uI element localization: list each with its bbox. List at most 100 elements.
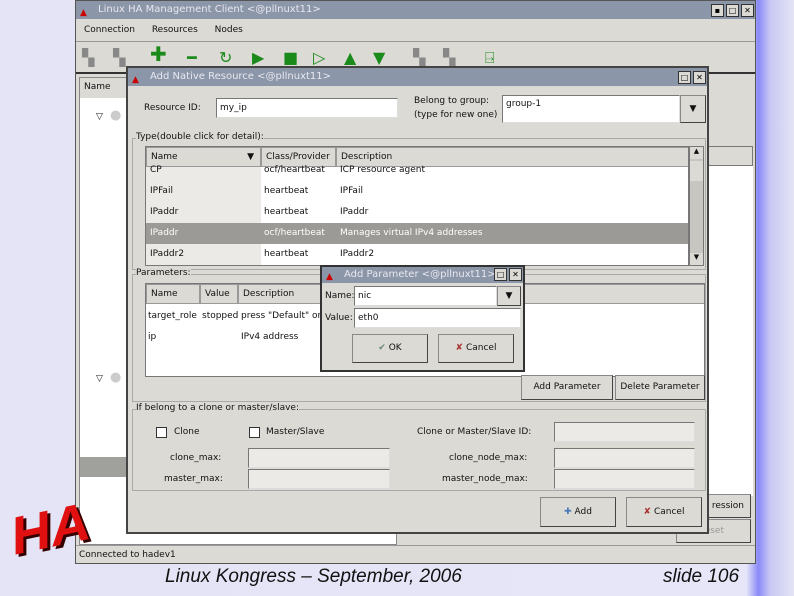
login-icon[interactable]: ▚ bbox=[82, 50, 94, 66]
type-cell: IPaddr bbox=[150, 228, 179, 238]
col-param-name[interactable]: Name bbox=[146, 284, 200, 304]
param-cell: stopped bbox=[202, 311, 239, 321]
group-combo-input[interactable]: group-1 bbox=[502, 95, 680, 123]
add-parameter-dialog: ▲ Add Parameter <@pllnuxt11> □ ✕ Name: ni… bbox=[320, 265, 525, 372]
check-icon: ✔ bbox=[378, 343, 386, 353]
expander-icon[interactable]: ▽ bbox=[96, 112, 103, 122]
master-node-max-label: master_node_max: bbox=[442, 474, 528, 484]
menu-connection[interactable]: Connection bbox=[84, 25, 135, 35]
tree-selected-row[interactable] bbox=[80, 457, 130, 477]
bulb-icon: ● bbox=[110, 108, 122, 123]
type-cell: IPaddr2 bbox=[150, 249, 185, 259]
maximize-button[interactable]: □ bbox=[726, 4, 739, 17]
x-icon: ✘ bbox=[455, 343, 464, 353]
plus-icon: ✚ bbox=[564, 507, 572, 517]
ok-button[interactable]: ✔ OK bbox=[352, 334, 428, 363]
type-cell: ocf/heartbeat bbox=[264, 165, 325, 175]
logout-icon[interactable]: ▚ bbox=[113, 50, 125, 66]
param-cell: IPv4 address bbox=[241, 332, 299, 342]
scroll-up-icon[interactable]: ▲ bbox=[690, 147, 703, 159]
param-title-bar: ▲ Add Parameter <@pllnuxt11> □ ✕ bbox=[322, 267, 523, 283]
main-title-bar: ▲ Linux HA Management Client <@pllnuxt11>… bbox=[76, 1, 755, 19]
col-param-value[interactable]: Value bbox=[200, 284, 238, 304]
name-dropdown-button[interactable]: ▼ bbox=[497, 286, 521, 306]
delete-parameter-button[interactable]: Delete Parameter bbox=[615, 375, 705, 400]
footer-event: Linux Kongress – September, 2006 bbox=[165, 566, 462, 587]
group-dropdown-button[interactable]: ▼ bbox=[680, 95, 706, 123]
value-label: Value: bbox=[325, 313, 353, 323]
slide-number: slide 106 bbox=[663, 566, 740, 587]
play-outline-icon[interactable]: ▷ bbox=[313, 50, 325, 66]
close-button[interactable]: ✕ bbox=[509, 268, 522, 281]
clone-frame-label: If belong to a clone or master/slave: bbox=[136, 403, 299, 413]
active-icon[interactable]: ▚ bbox=[443, 50, 455, 66]
clone-max-label: clone_max: bbox=[170, 453, 222, 463]
clone-checkbox[interactable] bbox=[156, 427, 167, 438]
type-cell: ICP resource agent bbox=[340, 165, 426, 175]
master-max-label: master_max: bbox=[164, 474, 223, 484]
type-cell: Manages virtual IPv4 addresses bbox=[340, 228, 483, 238]
close-button[interactable]: ✕ bbox=[741, 4, 754, 17]
clone-id-input[interactable] bbox=[554, 422, 695, 442]
type-row[interactable]: CP ocf/heartbeat ICP resource agent bbox=[146, 160, 688, 181]
type-table[interactable]: Name ▼ Class/Provider Description CP ocf/h… bbox=[145, 146, 689, 266]
type-cell: CP bbox=[150, 165, 162, 175]
master-max-input[interactable] bbox=[248, 469, 390, 489]
type-cell: IPFail bbox=[340, 186, 363, 196]
add-button[interactable]: ✚ Add bbox=[540, 497, 616, 527]
menu-resources[interactable]: Resources bbox=[152, 25, 198, 35]
type-row[interactable]: IPaddr2 heartbeat IPaddr2 bbox=[146, 244, 688, 265]
param-cell: ip bbox=[148, 332, 157, 342]
close-button[interactable]: ✕ bbox=[693, 71, 706, 84]
up-icon[interactable]: ▲ bbox=[344, 50, 356, 66]
clone-id-label: Clone or Master/Slave ID: bbox=[417, 427, 532, 437]
status-bar: Connected to hadev1 bbox=[76, 545, 755, 563]
add-icon[interactable]: ✚ bbox=[150, 44, 167, 64]
type-cell: IPaddr bbox=[150, 207, 179, 217]
type-cell: ocf/heartbeat bbox=[264, 228, 325, 238]
master-node-max-input[interactable] bbox=[554, 469, 695, 489]
remove-icon[interactable]: ━ bbox=[187, 50, 197, 66]
scroll-down-icon[interactable]: ▼ bbox=[690, 253, 703, 265]
add-parameter-button[interactable]: Add Parameter bbox=[521, 375, 613, 400]
maximize-button[interactable]: □ bbox=[494, 268, 507, 281]
minimize-button[interactable]: ▪ bbox=[711, 4, 724, 17]
maximize-button[interactable]: □ bbox=[678, 71, 691, 84]
resource-id-input[interactable]: my_ip bbox=[216, 98, 398, 118]
scroll-thumb[interactable] bbox=[690, 161, 703, 181]
down-icon[interactable]: ▼ bbox=[373, 50, 385, 66]
chevron-down-icon: ▼ bbox=[689, 104, 697, 114]
param-cell: target_role bbox=[148, 311, 197, 321]
type-row[interactable]: IPaddr ocf/heartbeat Manages virtual IPv4 … bbox=[146, 223, 688, 244]
expander-icon[interactable]: ▽ bbox=[96, 374, 103, 384]
value-input[interactable]: eth0 bbox=[354, 308, 521, 328]
type-cell: heartbeat bbox=[264, 207, 309, 217]
param-cancel-button[interactable]: ✘ Cancel bbox=[438, 334, 514, 363]
cancel-button[interactable]: ✘ Cancel bbox=[626, 497, 702, 527]
x-icon: ✘ bbox=[643, 507, 652, 517]
group-label: Belong to group: bbox=[414, 96, 490, 106]
menubar: Connection Resources Nodes bbox=[84, 21, 243, 39]
group-hint: (type for new one) bbox=[414, 110, 498, 120]
menu-nodes[interactable]: Nodes bbox=[215, 25, 243, 35]
clone-node-max-input[interactable] bbox=[554, 448, 695, 468]
type-row[interactable]: IPaddr heartbeat IPaddr bbox=[146, 202, 688, 223]
clone-max-input[interactable] bbox=[248, 448, 390, 468]
main-title: Linux HA Management Client <@pllnuxt11> bbox=[98, 4, 321, 15]
clone-label: Clone bbox=[174, 427, 200, 437]
standby-icon[interactable]: ▚ bbox=[413, 50, 425, 66]
refresh-icon[interactable]: ↻ bbox=[219, 50, 232, 66]
type-cell: IPaddr bbox=[340, 207, 369, 217]
type-scrollbar[interactable]: ▲ ▼ bbox=[689, 146, 704, 266]
resource-id-label: Resource ID: bbox=[144, 103, 201, 113]
type-frame-label: Type(double click for detail): bbox=[136, 132, 264, 142]
stop-icon[interactable]: ■ bbox=[283, 50, 298, 66]
clone-node-max-label: clone_node_max: bbox=[449, 453, 528, 463]
app-logo-icon: ▲ bbox=[132, 75, 139, 85]
master-slave-checkbox[interactable] bbox=[249, 427, 260, 438]
type-row[interactable]: IPFail heartbeat IPFail bbox=[146, 181, 688, 202]
type-cell: IPaddr2 bbox=[340, 249, 375, 259]
start-icon[interactable]: ▶ bbox=[252, 50, 264, 66]
exit-icon[interactable]: ⍈ bbox=[485, 50, 495, 66]
name-combo-input[interactable]: nic bbox=[354, 286, 497, 306]
